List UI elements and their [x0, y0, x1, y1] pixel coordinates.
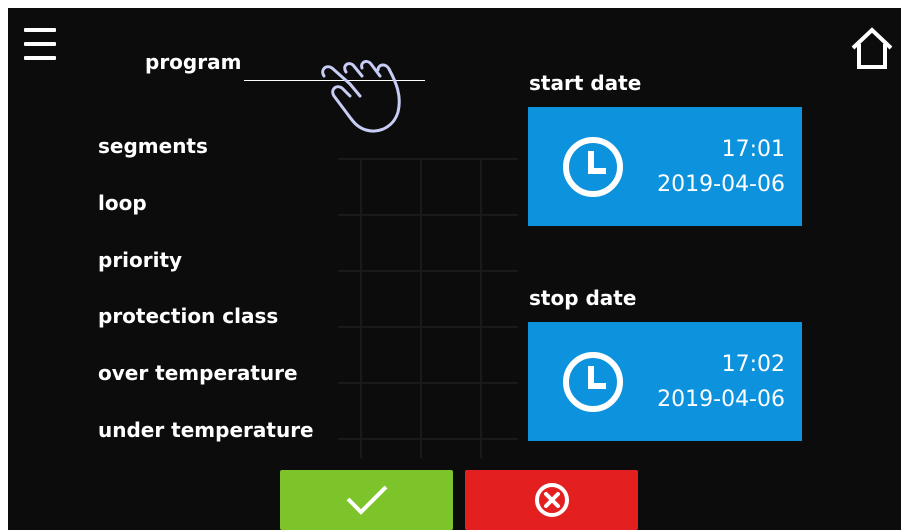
param-protection-class-label: protection class	[98, 304, 279, 328]
param-priority-label: priority	[98, 248, 183, 272]
pointing-hand-icon	[321, 59, 401, 133]
stop-date-label: stop date	[529, 286, 637, 310]
param-segments-label: segments	[98, 134, 208, 158]
start-date: 2019-04-06	[657, 172, 785, 197]
clock-icon	[563, 352, 623, 412]
start-time: 17:01	[721, 137, 785, 162]
param-loop-label: loop	[98, 191, 147, 215]
stop-date-button[interactable]: 17:02 2019-04-06	[528, 322, 802, 441]
checkmark-icon	[346, 485, 387, 515]
cancel-button[interactable]	[465, 470, 638, 530]
cancel-circle-x-icon	[534, 483, 569, 517]
confirm-button[interactable]	[280, 470, 453, 530]
home-button[interactable]	[850, 26, 894, 70]
param-over-temperature-label: over temperature	[98, 361, 298, 385]
start-date-button[interactable]: 17:01 2019-04-06	[528, 107, 802, 226]
program-settings-screen: program segments loop priority protectio…	[8, 8, 901, 530]
param-under-temperature-label: under temperature	[98, 418, 314, 442]
stop-date: 2019-04-06	[657, 387, 785, 412]
stop-time: 17:02	[721, 352, 785, 377]
background-artifact	[338, 158, 518, 458]
start-date-label: start date	[529, 71, 642, 95]
clock-icon	[563, 137, 623, 197]
menu-button[interactable]	[24, 28, 56, 64]
program-label: program	[145, 50, 242, 74]
home-icon	[851, 27, 893, 69]
